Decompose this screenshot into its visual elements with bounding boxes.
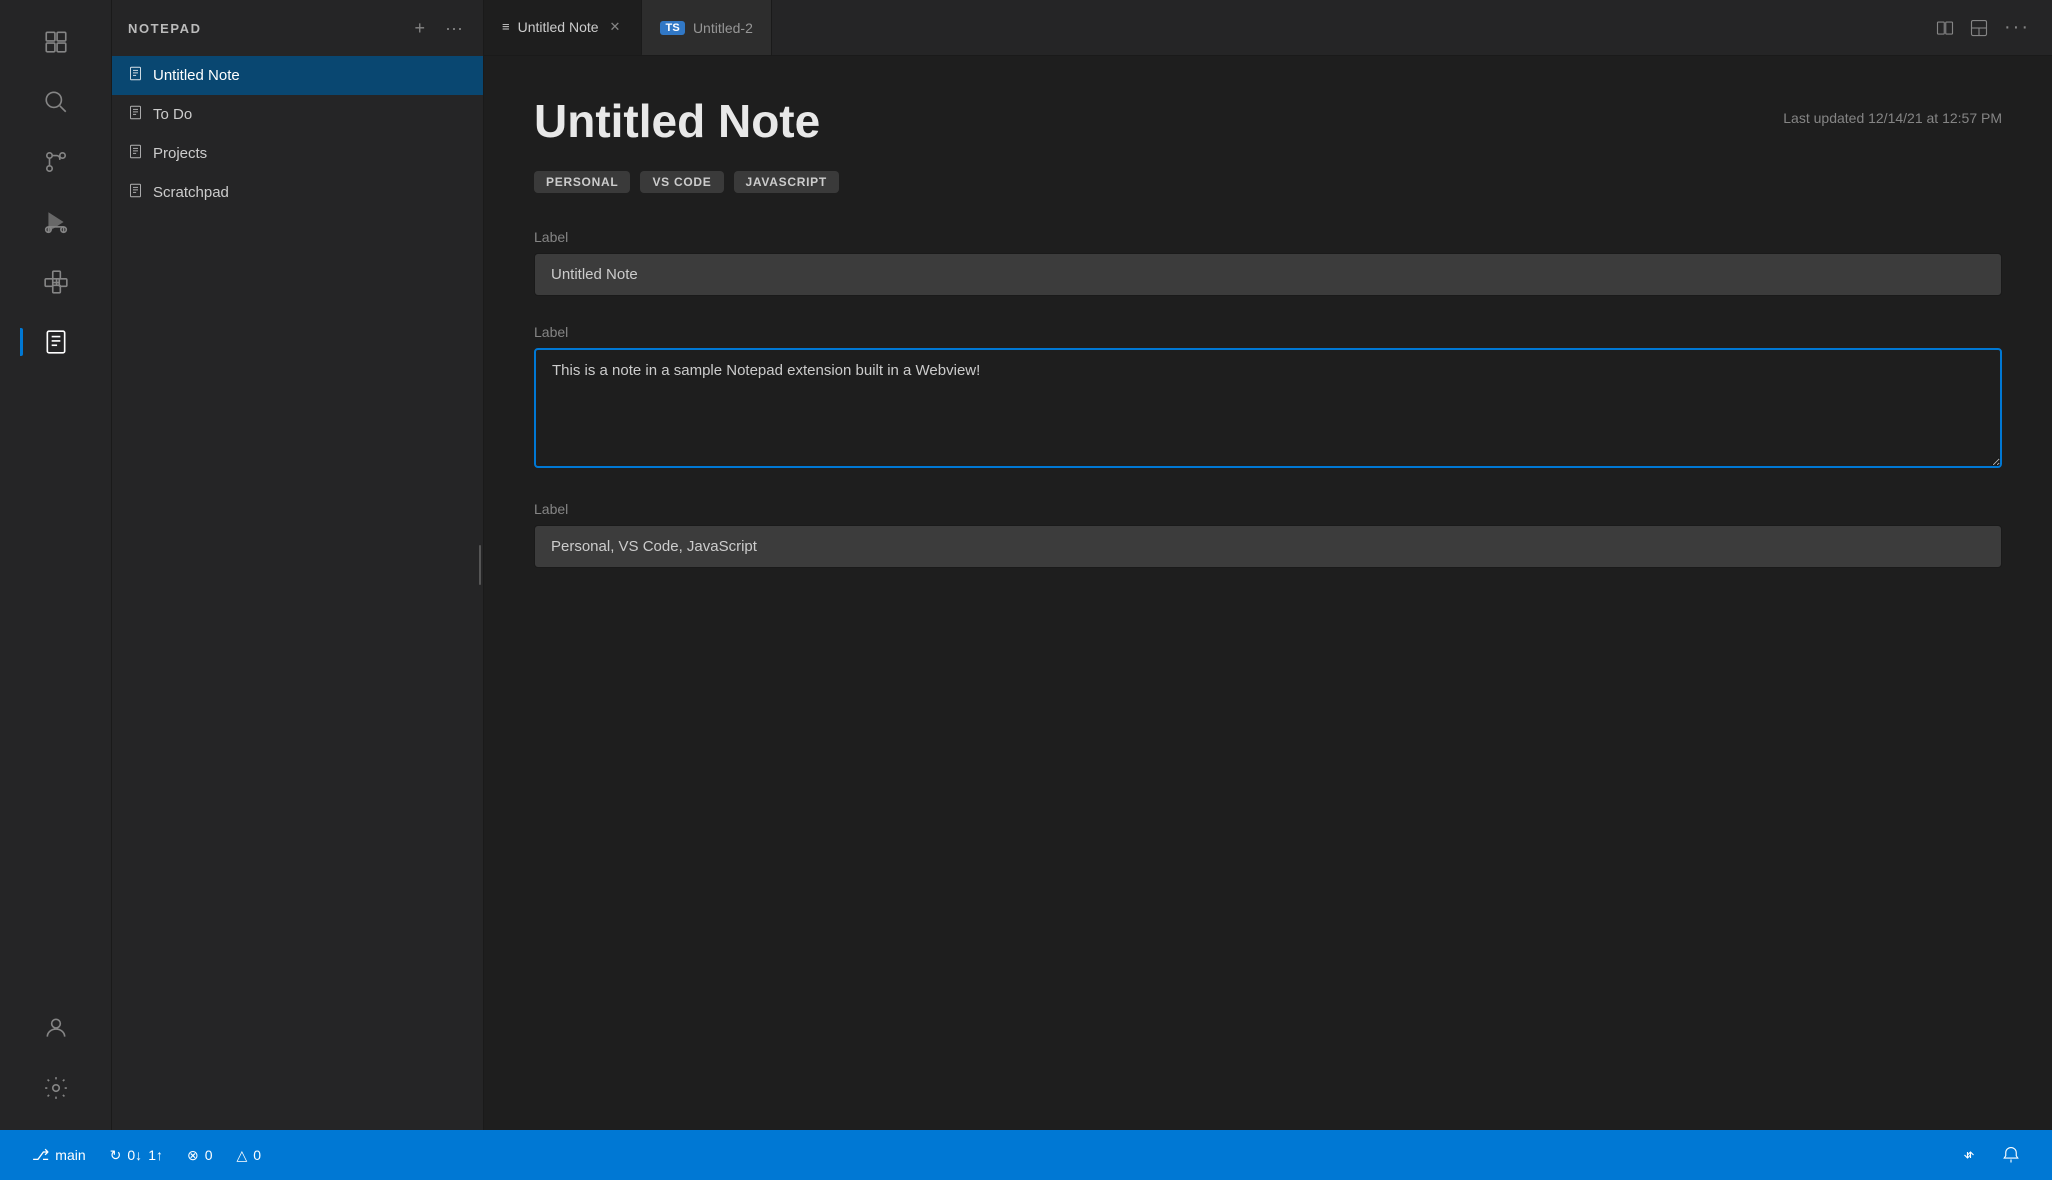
activity-bar [0,0,112,1130]
errors-icon: ⊗ [187,1147,199,1164]
sync-down: 0↓ [127,1147,142,1163]
status-right [1948,1146,2032,1164]
activity-bottom [30,1002,82,1130]
sidebar-more-button[interactable]: ··· [441,14,467,43]
form-label-1: Label [534,324,2002,340]
note-timestamp: Last updated 12/14/21 at 12:57 PM [1783,110,2002,126]
sidebar-item-label-2: Projects [153,145,207,162]
search-icon[interactable] [30,76,82,128]
settings-icon[interactable] [30,1062,82,1114]
tabs-more-button[interactable]: ··· [1998,10,2036,45]
sidebar: NOTEPAD + ··· Untitled Note [112,0,484,1130]
source-control-icon[interactable] [30,136,82,188]
notepad-icon[interactable] [30,316,82,368]
tag-personal[interactable]: PERSONAL [534,171,630,193]
status-sync[interactable]: ↻ 0↓ 1↑ [98,1130,175,1180]
tabs-actions: ··· [1914,0,2052,55]
sidebar-item-untitled-note[interactable]: Untitled Note [112,56,483,95]
status-branch[interactable]: ⎇ main [20,1130,98,1180]
tab-untitled-2[interactable]: TS Untitled-2 [642,0,771,55]
editor-area: ≡ Untitled Note ✕ TS Untitled-2 [484,0,2052,1130]
run-debug-icon[interactable] [30,196,82,248]
editor-content: Untitled Note Last updated 12/14/21 at 1… [484,56,2052,1130]
note-main-title: Untitled Note [534,96,820,147]
note-icon-2 [128,144,143,163]
sidebar-item-label-3: Scratchpad [153,184,229,201]
note-icon-1 [128,105,143,124]
tabs-bar: ≡ Untitled Note ✕ TS Untitled-2 [484,0,2052,56]
tag-vscode[interactable]: VS CODE [640,171,723,193]
tab-untitled-note[interactable]: ≡ Untitled Note ✕ [484,0,642,55]
sidebar-resize-handle[interactable] [479,0,483,1130]
main-area: NOTEPAD + ··· Untitled Note [0,0,2052,1130]
form-label-0: Label [534,229,2002,245]
tab-note-icon: ≡ [502,19,510,34]
layout-button[interactable] [1964,13,1994,43]
tab-label-1: Untitled-2 [693,20,753,36]
status-errors[interactable]: ⊗ 0 [175,1130,225,1180]
tags-row: PERSONAL VS CODE JAVASCRIPT [534,171,2002,193]
note-icon-0 [128,66,143,85]
tag-javascript[interactable]: JAVASCRIPT [734,171,839,193]
split-editor-button[interactable] [1930,13,1960,43]
note-title-input[interactable] [534,253,2002,296]
sidebar-item-scratchpad[interactable]: Scratchpad [112,173,483,212]
note-icon-3 [128,183,143,202]
warnings-icon: △ [237,1147,248,1164]
form-section-0: Label [534,229,2002,296]
explorer-icon[interactable] [30,16,82,68]
sync-icon: ↻ [110,1147,122,1164]
tab-label-0: Untitled Note [518,19,599,35]
sidebar-header: NOTEPAD + ··· [112,0,483,56]
sidebar-item-todo[interactable]: To Do [112,95,483,134]
status-bar: ⎇ main ↻ 0↓ 1↑ ⊗ 0 △ 0 [0,1130,2052,1180]
tab-close-button[interactable]: ✕ [607,17,624,37]
extensions-icon[interactable] [30,256,82,308]
status-notifications-icon[interactable] [1990,1146,2032,1164]
branch-icon: ⎇ [32,1146,49,1164]
sidebar-item-label-1: To Do [153,106,192,123]
errors-count: 0 [205,1147,213,1163]
sidebar-item-label-0: Untitled Note [153,67,240,84]
sync-up: 1↑ [148,1147,163,1163]
branch-label: main [55,1147,85,1163]
status-warnings[interactable]: △ 0 [225,1130,274,1180]
status-remote-icon[interactable] [1948,1146,1990,1164]
form-label-2: Label [534,501,2002,517]
ts-badge: TS [660,21,685,35]
note-title-row: Untitled Note Last updated 12/14/21 at 1… [534,96,2002,147]
account-icon[interactable] [30,1002,82,1054]
form-section-2: Label [534,501,2002,568]
sidebar-title: NOTEPAD [128,21,399,36]
note-tags-input[interactable] [534,525,2002,568]
sidebar-add-button[interactable]: + [411,14,430,43]
app-container: NOTEPAD + ··· Untitled Note [0,0,2052,1180]
warnings-count: 0 [253,1147,261,1163]
sidebar-item-projects[interactable]: Projects [112,134,483,173]
form-section-1: Label This is a note in a sample Notepad… [534,324,2002,473]
note-body-textarea[interactable]: This is a note in a sample Notepad exten… [534,348,2002,468]
